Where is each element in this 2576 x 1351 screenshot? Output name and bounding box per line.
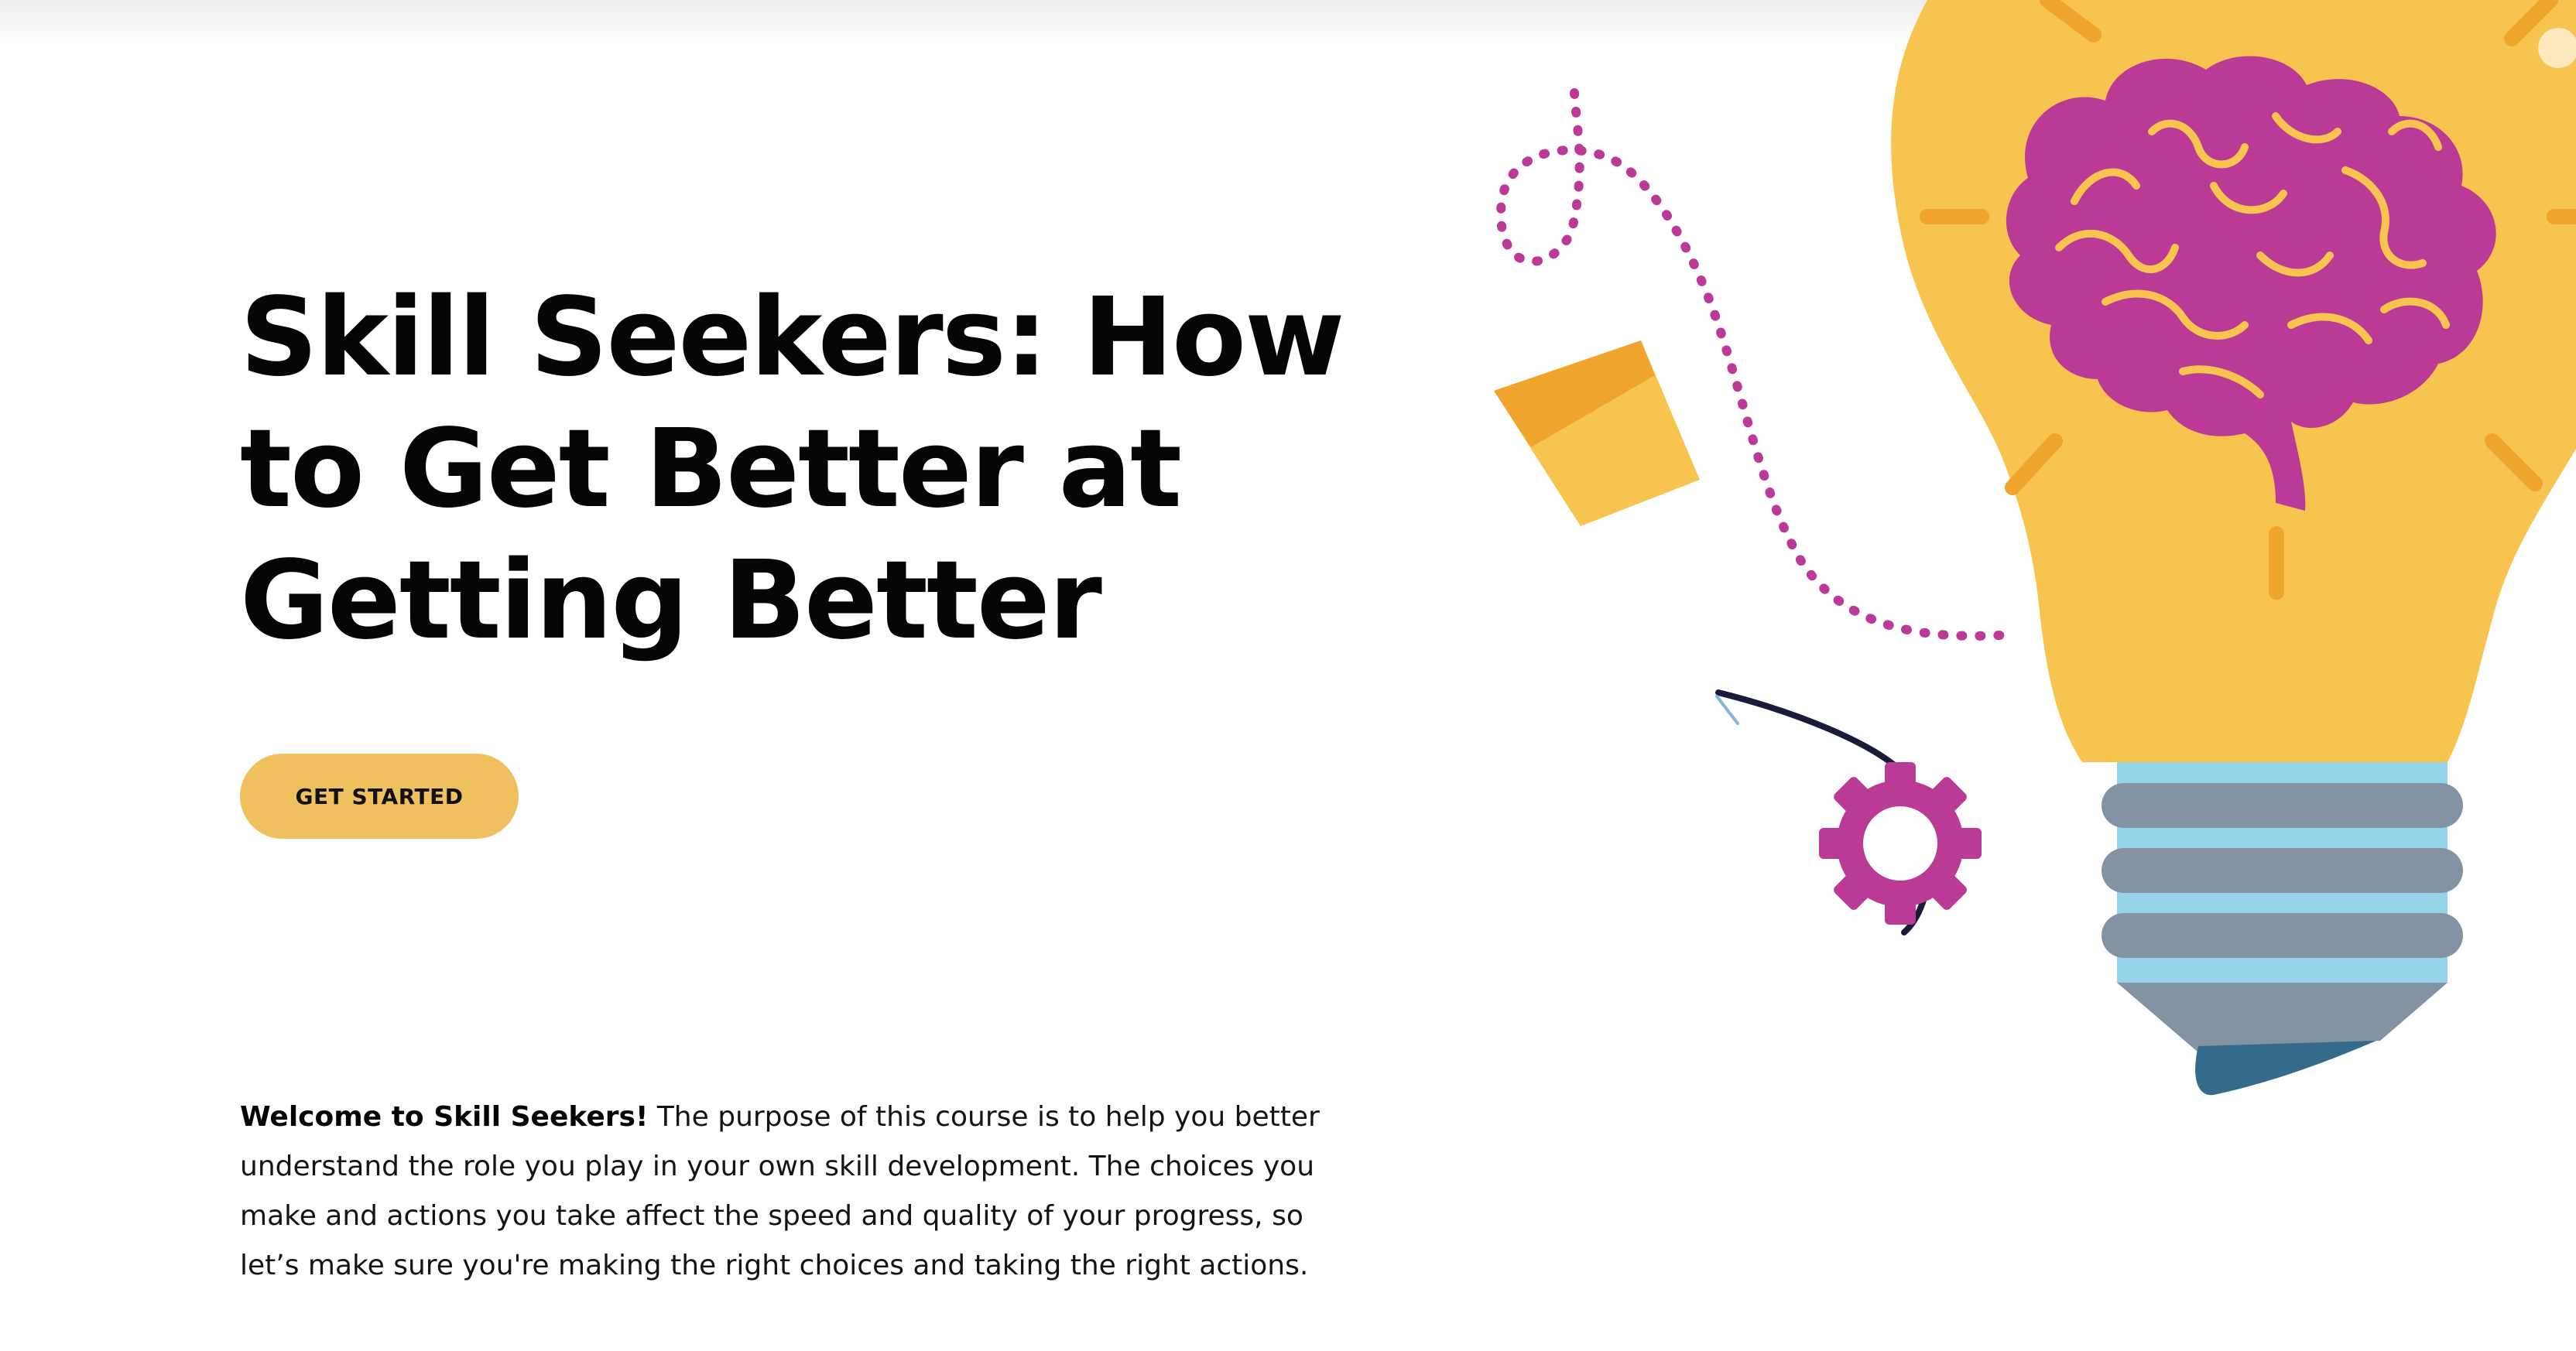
- gear-icon: [1715, 689, 1982, 935]
- page-title: Skill Seekers: How to Get Better at Gett…: [240, 275, 1345, 664]
- get-started-button[interactable]: GET STARTED: [240, 754, 519, 839]
- intro-paragraph: Welcome to Skill Seekers! The purpose of…: [240, 1093, 1355, 1291]
- hero-illustration: [1471, 0, 2576, 1351]
- paper-note-icon: [1494, 340, 1700, 526]
- hero-section: Skill Seekers: How to Get Better at Gett…: [240, 0, 1362, 1351]
- intro-lead: Welcome to Skill Seekers!: [240, 1101, 649, 1133]
